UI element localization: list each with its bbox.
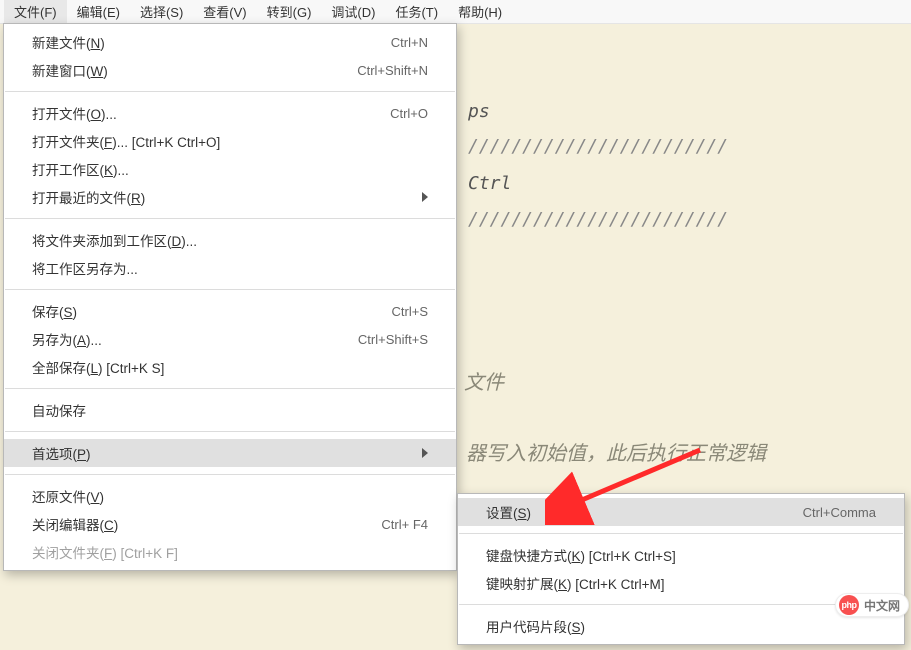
menu-item-label: 新建窗口(W) [32,60,357,80]
menu-item-label: 首选项(P) [32,443,414,463]
menu-item-keymap-extensions[interactable]: 键映射扩展(K) [Ctrl+K Ctrl+M] [458,569,904,597]
menu-item-label: 关闭编辑器(C) [32,514,381,534]
menu-item-label: 打开工作区(K)... [32,159,428,179]
menubar: 文件(F) 编辑(E) 选择(S) 查看(V) 转到(G) 调试(D) 任务(T… [0,0,911,24]
menu-item-new-file[interactable]: 新建文件(N) Ctrl+N [4,28,456,56]
menu-item-shortcut: Ctrl+N [391,35,428,50]
menu-separator [5,474,455,475]
chevron-right-icon [422,190,428,205]
editor-text: //////////////////////// [468,200,728,240]
menu-item-auto-save[interactable]: 自动保存 [4,396,456,424]
menu-item-open-file[interactable]: 打开文件(O)... Ctrl+O [4,99,456,127]
menu-item-open-workspace[interactable]: 打开工作区(K)... [4,155,456,183]
menu-item-label: 键盘快捷方式(K) [Ctrl+K Ctrl+S] [486,545,876,565]
menu-view[interactable]: 查看(V) [193,0,256,23]
menu-separator [459,533,903,534]
menu-separator [5,218,455,219]
php-logo-icon: php [839,595,859,615]
menu-edit[interactable]: 编辑(E) [67,0,130,23]
menu-item-open-folder[interactable]: 打开文件夹(F)... [Ctrl+K Ctrl+O] [4,127,456,155]
menu-debug[interactable]: 调试(D) [321,0,385,23]
menu-item-shortcut: Ctrl+O [390,106,428,121]
menu-item-shortcut: Ctrl+S [392,304,428,319]
editor-text: //////////////////////// [468,127,728,167]
menu-item-label: 用户代码片段(S) [486,616,876,636]
menu-item-label: 新建文件(N) [32,32,391,52]
menu-item-label: 保存(S) [32,301,392,321]
watermark-text: 中文网 [864,597,900,614]
menu-item-keyboard-shortcuts[interactable]: 键盘快捷方式(K) [Ctrl+K Ctrl+S] [458,541,904,569]
menu-item-label: 键映射扩展(K) [Ctrl+K Ctrl+M] [486,573,876,593]
menu-item-shortcut: Ctrl+Comma [803,505,876,520]
menu-item-new-window[interactable]: 新建窗口(W) Ctrl+Shift+N [4,56,456,84]
editor-text: 文件 [464,360,504,404]
menu-item-label: 将工作区另存为... [32,258,428,278]
menu-item-save-as[interactable]: 另存为(A)... Ctrl+Shift+S [4,325,456,353]
menu-item-label: 全部保存(L) [Ctrl+K S] [32,357,428,377]
editor-text: ps [468,92,490,132]
menu-item-label: 将文件夹添加到工作区(D)... [32,230,428,250]
menu-selection[interactable]: 选择(S) [130,0,193,23]
menu-item-preferences[interactable]: 首选项(P) [4,439,456,467]
menu-file[interactable]: 文件(F) [4,0,67,23]
menu-item-revert[interactable]: 还原文件(V) [4,482,456,510]
menu-item-label: 打开文件夹(F)... [Ctrl+K Ctrl+O] [32,131,428,151]
menu-item-save[interactable]: 保存(S) Ctrl+S [4,297,456,325]
menu-separator [5,289,455,290]
menu-item-label: 另存为(A)... [32,329,358,349]
menu-item-add-folder-workspace[interactable]: 将文件夹添加到工作区(D)... [4,226,456,254]
preferences-submenu: 设置(S) Ctrl+Comma 键盘快捷方式(K) [Ctrl+K Ctrl+… [457,493,905,645]
menu-item-label: 打开文件(O)... [32,103,390,123]
menu-item-close-editor[interactable]: 关闭编辑器(C) Ctrl+ F4 [4,510,456,538]
menu-item-label: 关闭文件夹(F) [Ctrl+K F] [32,542,428,562]
menu-item-save-workspace-as[interactable]: 将工作区另存为... [4,254,456,282]
menu-item-open-recent[interactable]: 打开最近的文件(R) [4,183,456,211]
menu-item-close-folder: 关闭文件夹(F) [Ctrl+K F] [4,538,456,566]
file-menu-dropdown: 新建文件(N) Ctrl+N 新建窗口(W) Ctrl+Shift+N 打开文件… [3,23,457,571]
menu-item-label: 自动保存 [32,400,428,420]
menu-separator [5,388,455,389]
menu-item-settings[interactable]: 设置(S) Ctrl+Comma [458,498,904,526]
menu-tasks[interactable]: 任务(T) [385,0,448,23]
menu-goto[interactable]: 转到(G) [257,0,322,23]
menu-separator [5,431,455,432]
editor-text: Ctrl [468,164,511,204]
menu-item-save-all[interactable]: 全部保存(L) [Ctrl+K S] [4,353,456,381]
menu-item-label: 还原文件(V) [32,486,428,506]
menu-item-user-snippets[interactable]: 用户代码片段(S) [458,612,904,640]
menu-item-shortcut: Ctrl+ F4 [381,517,428,532]
menu-separator [5,91,455,92]
watermark-badge: php 中文网 [835,593,909,617]
menu-item-label: 打开最近的文件(R) [32,187,414,207]
menu-item-shortcut: Ctrl+Shift+N [357,63,428,78]
menu-item-label: 设置(S) [486,502,803,522]
menu-help[interactable]: 帮助(H) [448,0,512,23]
editor-text: 器写入初始值，此后执行正常逻辑 [466,431,766,475]
menu-item-shortcut: Ctrl+Shift+S [358,332,428,347]
chevron-right-icon [422,446,428,461]
